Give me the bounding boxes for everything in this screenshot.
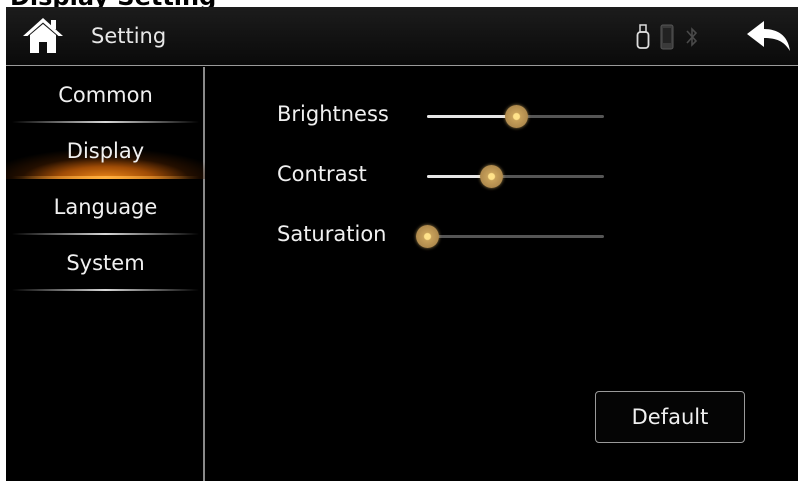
back-arrow-icon — [747, 21, 790, 51]
slider-track — [427, 235, 604, 238]
top-bar: Setting — [6, 7, 798, 66]
slider-thumb[interactable] — [416, 225, 439, 248]
contrast-slider[interactable] — [427, 164, 604, 188]
usb-icon — [636, 24, 650, 49]
settings-sidebar: Common Display Language System — [6, 67, 205, 481]
slider-thumb[interactable] — [504, 105, 528, 128]
home-icon — [23, 18, 63, 53]
car-settings-screen: Setting Common Display Language System B… — [6, 7, 798, 481]
sidebar-item-language[interactable]: Language — [6, 179, 205, 235]
contrast-label: Contrast — [277, 162, 367, 186]
sidebar-item-common[interactable]: Common — [6, 67, 205, 123]
back-button[interactable] — [744, 19, 792, 55]
slider-fill — [427, 115, 516, 118]
saturation-row: Saturation — [277, 216, 737, 256]
saturation-slider[interactable] — [416, 224, 604, 248]
bluetooth-icon — [686, 27, 698, 47]
slider-thumb[interactable] — [479, 165, 503, 188]
phone-icon — [660, 24, 674, 50]
brightness-slider[interactable] — [427, 104, 604, 128]
saturation-label: Saturation — [277, 222, 387, 246]
default-button[interactable]: Default — [595, 391, 745, 443]
sidebar-item-system[interactable]: System — [6, 235, 205, 291]
brightness-row: Brightness — [277, 96, 737, 136]
display-settings-panel: Brightness Contrast Saturation Default — [207, 67, 798, 481]
contrast-row: Contrast — [277, 156, 737, 196]
sidebar-item-display[interactable]: Display — [6, 123, 205, 179]
status-icons — [636, 23, 700, 51]
home-button[interactable] — [21, 15, 65, 57]
app-title: Setting — [91, 24, 167, 48]
brightness-label: Brightness — [277, 102, 389, 126]
